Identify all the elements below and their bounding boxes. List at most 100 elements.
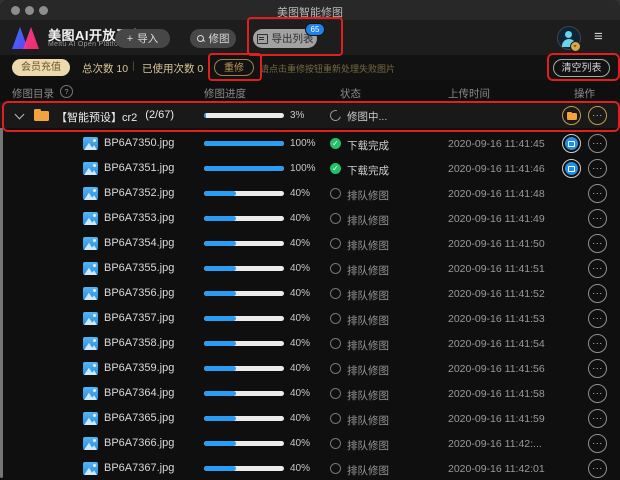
more-actions-button[interactable]: ··· (588, 234, 607, 253)
image-file-icon (83, 287, 98, 300)
retouch-button-label: 修图 (209, 31, 230, 46)
status-queued-icon (330, 188, 341, 199)
table-row[interactable]: BP6A7351.jpg100%✓下载完成2020-09-16 11:41:46… (0, 156, 620, 181)
status-text: 排队修图 (347, 413, 389, 428)
status-text: 修图中... (347, 109, 387, 124)
upload-time: 2020-09-16 11:41:49 (448, 213, 545, 225)
file-name: BP6A7366.jpg (104, 437, 174, 449)
table-header: 修图目录 ? 修图进度 状态 上传时间 操作 (0, 80, 620, 102)
column-status: 状态 (340, 86, 361, 101)
progress-percent: 40% (290, 188, 310, 199)
status-text: 排队修图 (347, 438, 389, 453)
status-text: 排队修图 (347, 463, 389, 478)
table-row[interactable]: BP6A7367.jpg40%排队修图2020-09-16 11:42:01··… (0, 456, 620, 480)
status-text: 排队修图 (347, 263, 389, 278)
table-row[interactable]: BP6A7358.jpg40%排队修图2020-09-16 11:41:54··… (0, 331, 620, 356)
more-actions-button[interactable]: ··· (588, 209, 607, 228)
more-actions-button[interactable]: ··· (588, 309, 607, 328)
progress-bar (204, 166, 284, 171)
more-actions-button[interactable]: ··· (588, 259, 607, 278)
table-row[interactable]: BP6A7350.jpg100%✓下载完成2020-09-16 11:41:45… (0, 131, 620, 156)
table-row[interactable]: BP6A7352.jpg40%排队修图2020-09-16 11:41:48··… (0, 181, 620, 206)
file-name: BP6A7352.jpg (104, 187, 174, 199)
table-row[interactable]: BP6A7353.jpg40%排队修图2020-09-16 11:41:49··… (0, 206, 620, 231)
folder-row[interactable]: 【智能预设】cr2 (2/67) 3% 修图中... ··· (0, 102, 620, 128)
ellipsis-icon: ··· (589, 210, 606, 226)
progress-percent: 40% (290, 363, 310, 374)
more-actions-button[interactable]: ··· (588, 334, 607, 353)
progress-percent: 40% (290, 263, 310, 274)
more-actions-button[interactable]: ··· (588, 134, 607, 153)
table-row[interactable]: BP6A7364.jpg40%排队修图2020-09-16 11:41:58··… (0, 381, 620, 406)
progress-bar (204, 191, 284, 196)
more-actions-button[interactable]: ··· (588, 359, 607, 378)
more-actions-button[interactable]: ··· (588, 434, 607, 453)
file-name: BP6A7356.jpg (104, 287, 174, 299)
status-queued-icon (330, 338, 341, 349)
image-file-icon (83, 412, 98, 425)
table-row[interactable]: BP6A7354.jpg40%排队修图2020-09-16 11:41:50··… (0, 231, 620, 256)
preview-image-button[interactable] (562, 159, 581, 178)
vip-badge-icon (570, 41, 581, 52)
more-actions-button[interactable]: ··· (588, 106, 607, 125)
redo-button[interactable]: 重修 (214, 59, 254, 76)
hamburger-menu-button[interactable]: ≡ (594, 27, 603, 47)
count-divider: | (132, 60, 135, 72)
more-actions-button[interactable]: ··· (588, 384, 607, 403)
progress-bar (204, 113, 284, 118)
upload-time: 2020-09-16 11:41:51 (448, 263, 545, 275)
ellipsis-icon: ··· (589, 185, 606, 201)
upload-time: 2020-09-16 11:41:46 (448, 163, 545, 175)
image-file-icon (83, 162, 98, 175)
ellipsis-icon: ··· (589, 410, 606, 426)
table-row[interactable]: BP6A7355.jpg40%排队修图2020-09-16 11:41:51··… (0, 256, 620, 281)
help-icon[interactable]: ? (60, 85, 73, 98)
header: 美图AI开放平台 Meitu AI Open Platform + 导入 修图 … (0, 20, 620, 55)
file-name: BP6A7354.jpg (104, 237, 174, 249)
progress-percent: 100% (290, 138, 316, 149)
total-count-label: 总次数 10 (82, 61, 128, 76)
import-button[interactable]: + 导入 (115, 29, 170, 48)
upload-time: 2020-09-16 11:41:56 (448, 363, 545, 375)
progress-bar (204, 216, 284, 221)
status-processing-icon (328, 108, 343, 123)
clear-list-button[interactable]: 清空列表 (553, 59, 610, 77)
status-queued-icon (330, 263, 341, 274)
upload-time: 2020-09-16 11:41:52 (448, 288, 545, 300)
upload-time: 2020-09-16 11:42:01 (448, 463, 545, 475)
progress-bar (204, 466, 284, 471)
ellipsis-icon: ··· (589, 160, 606, 176)
table-row[interactable]: BP6A7365.jpg40%排队修图2020-09-16 11:41:59··… (0, 406, 620, 431)
table-row[interactable]: BP6A7356.jpg40%排队修图2020-09-16 11:41:52··… (0, 281, 620, 306)
progress-bar (204, 266, 284, 271)
chevron-down-icon[interactable] (15, 110, 25, 120)
progress-percent: 40% (290, 213, 310, 224)
member-recharge-button[interactable]: 会员充值 (12, 59, 70, 76)
status-queued-icon (330, 388, 341, 399)
upload-time: 2020-09-16 11:41:54 (448, 338, 545, 350)
table-row[interactable]: BP6A7366.jpg40%排队修图2020-09-16 11:42:...·… (0, 431, 620, 456)
table-row[interactable]: BP6A7357.jpg40%排队修图2020-09-16 11:41:53··… (0, 306, 620, 331)
status-queued-icon (330, 413, 341, 424)
image-file-icon (83, 337, 98, 350)
status-queued-icon (330, 463, 341, 474)
ellipsis-icon: ··· (589, 135, 606, 151)
more-actions-button[interactable]: ··· (588, 459, 607, 478)
window-title: 美图智能修图 (0, 4, 620, 20)
table-row[interactable]: BP6A7359.jpg40%排队修图2020-09-16 11:41:56··… (0, 356, 620, 381)
upload-time: 2020-09-16 11:41:58 (448, 388, 545, 400)
progress-percent: 100% (290, 163, 316, 174)
more-actions-button[interactable]: ··· (588, 184, 607, 203)
retouch-button[interactable]: 修图 (190, 29, 236, 48)
file-name: BP6A7353.jpg (104, 212, 174, 224)
open-folder-button[interactable] (562, 106, 581, 125)
status-text: 排队修图 (347, 388, 389, 403)
progress-bar (204, 241, 284, 246)
more-actions-button[interactable]: ··· (588, 284, 607, 303)
more-actions-button[interactable]: ··· (588, 409, 607, 428)
file-name: BP6A7350.jpg (104, 137, 174, 149)
progress-bar (204, 391, 284, 396)
more-actions-button[interactable]: ··· (588, 159, 607, 178)
preview-image-button[interactable] (562, 134, 581, 153)
titlebar: 美图智能修图 (0, 0, 620, 20)
